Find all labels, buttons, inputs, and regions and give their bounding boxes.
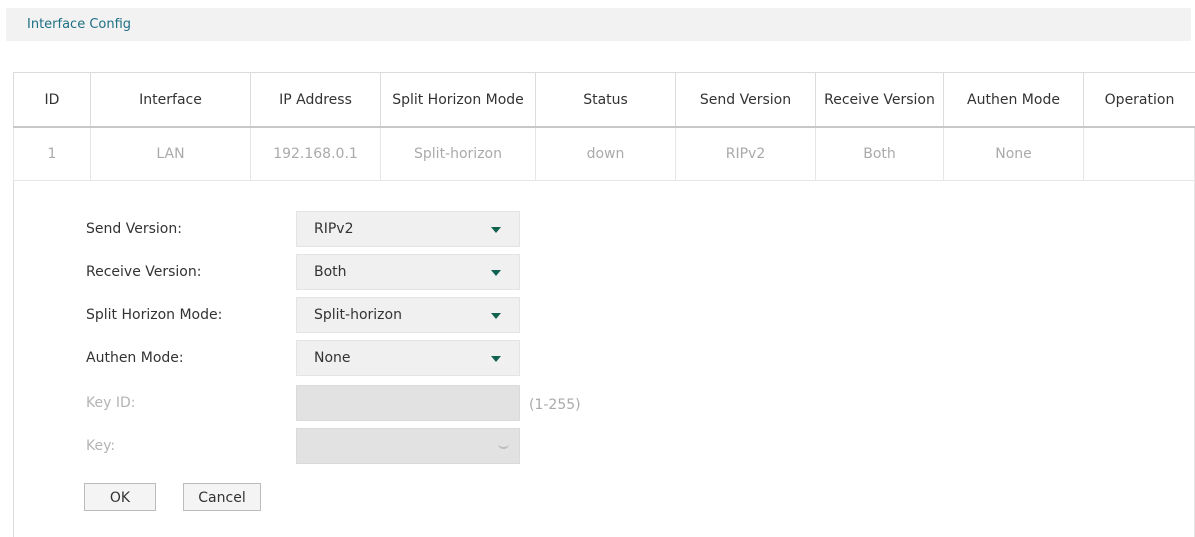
authen-mode-label: Authen Mode: [86,350,184,366]
column-header-split-horizon-mode: Split Horizon Mode [380,72,536,128]
cell-ip-address: 192.168.0.1 [250,126,381,181]
cell-send-version: RIPv2 [675,126,816,181]
send-version-label: Send Version: [86,221,182,237]
dropdown-arrow-icon [491,356,501,362]
cell-split-horizon-mode: Split-horizon [380,126,536,181]
dropdown-arrow-icon [491,313,501,319]
dropdown-arrow-icon [491,270,501,276]
cell-authen-mode: None [943,126,1084,181]
dropdown-arrow-icon [491,227,501,233]
key-label: Key: [86,438,116,454]
interface-table: ID Interface IP Address Split Horizon Mo… [13,72,1195,181]
ok-button[interactable]: OK [84,483,156,511]
split-horizon-mode-value: Split-horizon [314,307,402,323]
key-input [296,428,520,464]
receive-version-label: Receive Version: [86,264,202,280]
receive-version-select[interactable]: Both [296,254,520,290]
table-row[interactable]: 1 LAN 192.168.0.1 Split-horizon down RIP… [13,126,1195,181]
authen-mode-select[interactable]: None [296,340,520,376]
column-header-status: Status [535,72,676,128]
cell-status: down [535,126,676,181]
column-header-interface: Interface [90,72,251,128]
authen-mode-value: None [314,350,351,366]
split-horizon-mode-select[interactable]: Split-horizon [296,297,520,333]
column-header-receive-version: Receive Version [815,72,944,128]
key-id-label: Key ID: [86,395,136,411]
receive-version-value: Both [314,264,347,280]
key-id-input [296,385,520,421]
column-header-authen-mode: Authen Mode [943,72,1084,128]
send-version-select[interactable]: RIPv2 [296,211,520,247]
cancel-button[interactable]: Cancel [183,483,261,511]
column-header-id: ID [13,72,91,128]
column-header-ip-address: IP Address [250,72,381,128]
column-header-send-version: Send Version [675,72,816,128]
section-header: Interface Config [6,8,1191,41]
send-version-value: RIPv2 [314,221,354,237]
section-title: Interface Config [27,17,132,32]
cell-id: 1 [13,126,91,181]
split-horizon-mode-label: Split Horizon Mode: [86,307,223,323]
cell-receive-version: Both [815,126,944,181]
cell-interface: LAN [90,126,251,181]
table-header-row: ID Interface IP Address Split Horizon Mo… [13,72,1195,128]
key-id-range-hint: (1-255) [529,397,581,413]
cell-operation[interactable] [1083,126,1195,181]
column-header-operation: Operation [1083,72,1195,128]
hidden-eye-icon [498,441,509,449]
